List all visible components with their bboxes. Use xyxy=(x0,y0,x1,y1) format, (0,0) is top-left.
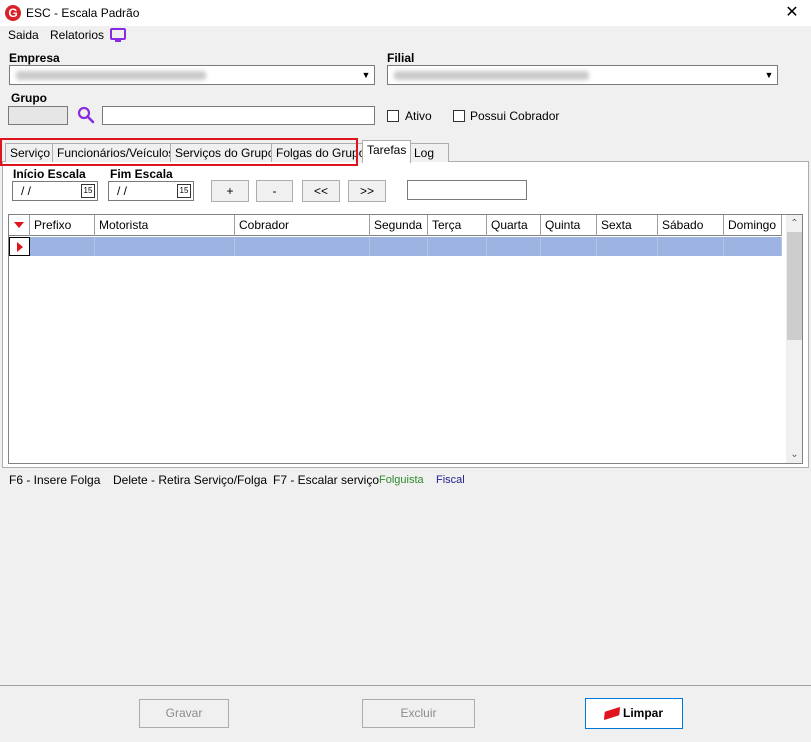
col-sabado[interactable]: Sábado xyxy=(658,215,724,236)
monitor-icon[interactable] xyxy=(110,28,126,42)
app-logo-icon: G xyxy=(5,5,21,21)
chevron-down-icon[interactable]: ▼ xyxy=(761,67,776,83)
add-button[interactable]: + xyxy=(211,180,249,202)
next-button[interactable]: >> xyxy=(348,180,386,202)
calendar-icon[interactable]: 15 xyxy=(81,184,95,198)
col-motorista[interactable]: Motorista xyxy=(95,215,235,236)
search-input[interactable] xyxy=(407,180,527,200)
fim-escala-value: / / xyxy=(117,184,128,198)
ativo-label: Ativo xyxy=(405,109,432,123)
legend-folguista: Folguista xyxy=(379,474,424,486)
escala-grid[interactable]: Prefixo Motorista Cobrador Segunda Terça… xyxy=(8,214,803,464)
filial-value-blurred xyxy=(394,71,589,80)
row-indicator-icon[interactable] xyxy=(9,237,30,256)
cell-motorista[interactable] xyxy=(95,237,235,256)
limpar-button[interactable]: Limpar xyxy=(585,698,683,729)
cell-prefixo[interactable] xyxy=(30,237,95,256)
calendar-icon[interactable]: 15 xyxy=(177,184,191,198)
header-corner-icon[interactable] xyxy=(9,215,30,236)
grid-vertical-scrollbar[interactable]: ⌃ ⌄ xyxy=(786,215,802,463)
close-icon[interactable]: ✕ xyxy=(778,2,806,24)
legend-delete: Delete - Retira Serviço/Folga xyxy=(113,473,268,487)
cell-domingo[interactable] xyxy=(724,237,782,256)
tab-log[interactable]: Log xyxy=(409,143,449,162)
gravar-button[interactable]: Gravar xyxy=(139,699,229,728)
menu-item-relatorios[interactable]: Relatorios xyxy=(50,28,104,42)
empresa-value-blurred xyxy=(16,71,206,80)
eraser-icon xyxy=(603,707,621,721)
fim-escala-date[interactable]: / / 15 xyxy=(108,181,194,201)
cell-sexta[interactable] xyxy=(597,237,658,256)
empresa-select[interactable]: ▼ xyxy=(9,65,375,85)
grupo-name-field[interactable] xyxy=(102,106,375,125)
inicio-escala-label: Início Escala xyxy=(13,167,86,181)
ativo-checkbox[interactable] xyxy=(387,110,399,122)
col-quinta[interactable]: Quinta xyxy=(541,215,597,236)
grupo-code-field[interactable] xyxy=(8,106,68,125)
cell-terca[interactable] xyxy=(428,237,487,256)
col-prefixo[interactable]: Prefixo xyxy=(30,215,95,236)
grupo-label: Grupo xyxy=(11,91,47,105)
remove-button[interactable]: - xyxy=(256,180,293,202)
inicio-escala-date[interactable]: / / 15 xyxy=(12,181,98,201)
possui-cobrador-label: Possui Cobrador xyxy=(470,109,560,123)
cell-sabado[interactable] xyxy=(658,237,724,256)
cell-cobrador[interactable] xyxy=(235,237,370,256)
possui-cobrador-checkbox[interactable] xyxy=(453,110,465,122)
col-quarta[interactable]: Quarta xyxy=(487,215,541,236)
search-icon[interactable] xyxy=(77,106,95,124)
empresa-label: Empresa xyxy=(9,51,60,65)
filial-select[interactable]: ▼ xyxy=(387,65,778,85)
legend-f7: F7 - Escalar serviço xyxy=(273,473,380,487)
col-sexta[interactable]: Sexta xyxy=(597,215,658,236)
excluir-button[interactable]: Excluir xyxy=(362,699,475,728)
limpar-label: Limpar xyxy=(622,706,663,720)
window-title: ESC - Escala Padrão xyxy=(26,6,140,20)
scroll-up-icon[interactable]: ⌃ xyxy=(786,215,802,232)
tabs-highlight-box xyxy=(0,138,358,166)
fim-escala-label: Fim Escala xyxy=(110,167,173,181)
cell-quarta[interactable] xyxy=(487,237,541,256)
col-segunda[interactable]: Segunda xyxy=(370,215,428,236)
cell-segunda[interactable] xyxy=(370,237,428,256)
bottom-divider xyxy=(0,685,811,686)
filial-label: Filial xyxy=(387,51,415,65)
col-terca[interactable]: Terça xyxy=(428,215,487,236)
scrollbar-thumb[interactable] xyxy=(787,232,802,340)
chevron-down-icon[interactable]: ▼ xyxy=(358,67,373,83)
legend-fiscal: Fiscal xyxy=(436,474,465,486)
menu-item-saida[interactable]: Saida xyxy=(8,28,39,42)
col-domingo[interactable]: Domingo xyxy=(724,215,782,236)
cell-quinta[interactable] xyxy=(541,237,597,256)
scroll-down-icon[interactable]: ⌄ xyxy=(786,446,802,463)
col-cobrador[interactable]: Cobrador xyxy=(235,215,370,236)
inicio-escala-value: / / xyxy=(21,184,32,198)
grid-header: Prefixo Motorista Cobrador Segunda Terça… xyxy=(9,215,782,236)
table-row[interactable] xyxy=(30,237,782,256)
legend-f6: F6 - Insere Folga xyxy=(9,473,101,487)
previous-button[interactable]: << xyxy=(302,180,340,202)
tab-tarefas[interactable]: Tarefas xyxy=(362,140,412,163)
